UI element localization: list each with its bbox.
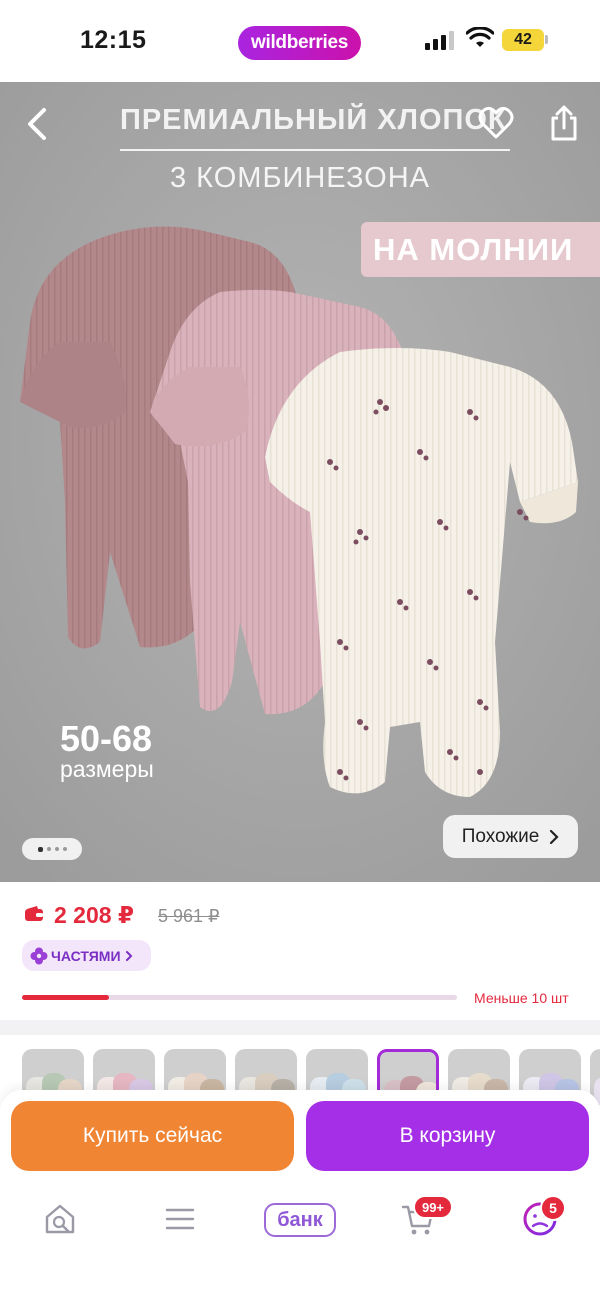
gallery-dot	[46, 847, 51, 851]
gallery-dot	[37, 846, 43, 852]
wildberries-logo-pill: wildberries	[238, 26, 361, 60]
action-bar: Купить сейчас В корзину	[0, 1090, 600, 1185]
add-to-cart-button[interactable]: В корзину	[306, 1101, 589, 1171]
bank-icon[interactable]: банк	[264, 1203, 336, 1237]
home-search-icon[interactable]	[42, 1201, 78, 1237]
price-section: 2 208 ₽ 5 961 ₽ ЧАСТЯМИ Меньше 10 шт	[0, 882, 600, 1020]
similar-products-button[interactable]: Похожие	[443, 815, 578, 858]
stock-progress-fill	[22, 995, 109, 1000]
battery-tip	[545, 35, 548, 44]
installments-button[interactable]: ЧАСТЯМИ	[22, 940, 151, 971]
buy-now-button[interactable]: Купить сейчас	[11, 1101, 294, 1171]
hero-title-underline	[120, 149, 510, 151]
status-bar: 12:15 wildberries 42	[0, 0, 600, 82]
installments-icon	[30, 947, 48, 964]
hero-title: ПРЕМИАЛЬНЫЙ ХЛОПОК	[120, 104, 507, 136]
installments-label: ЧАСТЯМИ	[51, 947, 121, 964]
old-price: 5 961 ₽	[158, 906, 220, 926]
bottom-navigation: банк 99+ 5	[0, 1185, 600, 1300]
cart-badge: 99+	[413, 1195, 453, 1219]
status-time: 12:15	[80, 26, 147, 54]
similar-label: Похожие	[461, 825, 540, 847]
battery-icon: 42	[502, 29, 544, 51]
heart-icon[interactable]	[478, 106, 514, 140]
sizes-range: 50-68	[60, 718, 153, 759]
section-divider	[0, 1020, 600, 1035]
chevron-right-icon	[550, 829, 559, 844]
stock-progress-bar	[22, 995, 457, 1000]
gallery-dot	[54, 847, 59, 851]
gallery-dot	[62, 847, 67, 851]
profile-badge: 5	[540, 1195, 566, 1221]
current-price: 2 208 ₽	[54, 902, 134, 928]
zipper-badge: НА МОЛНИИ	[361, 222, 600, 277]
signal-icon	[425, 31, 454, 50]
gallery-dots	[22, 838, 82, 860]
back-arrow-icon[interactable]	[20, 106, 54, 142]
stock-text: Меньше 10 шт	[474, 990, 569, 1006]
sizes-label: размеры	[60, 756, 154, 782]
chevron-right-icon	[125, 950, 132, 961]
wallet-icon	[25, 906, 43, 921]
wifi-icon	[466, 27, 494, 47]
share-icon[interactable]	[548, 104, 580, 142]
menu-icon[interactable]	[162, 1201, 198, 1237]
hero-subtitle: 3 КОМБИНЕЗОНА	[169, 162, 431, 194]
product-image-gallery[interactable]: ПРЕМИАЛЬНЫЙ ХЛОПОК 3 КОМБИНЕЗОНА НА МОЛН…	[0, 82, 600, 882]
